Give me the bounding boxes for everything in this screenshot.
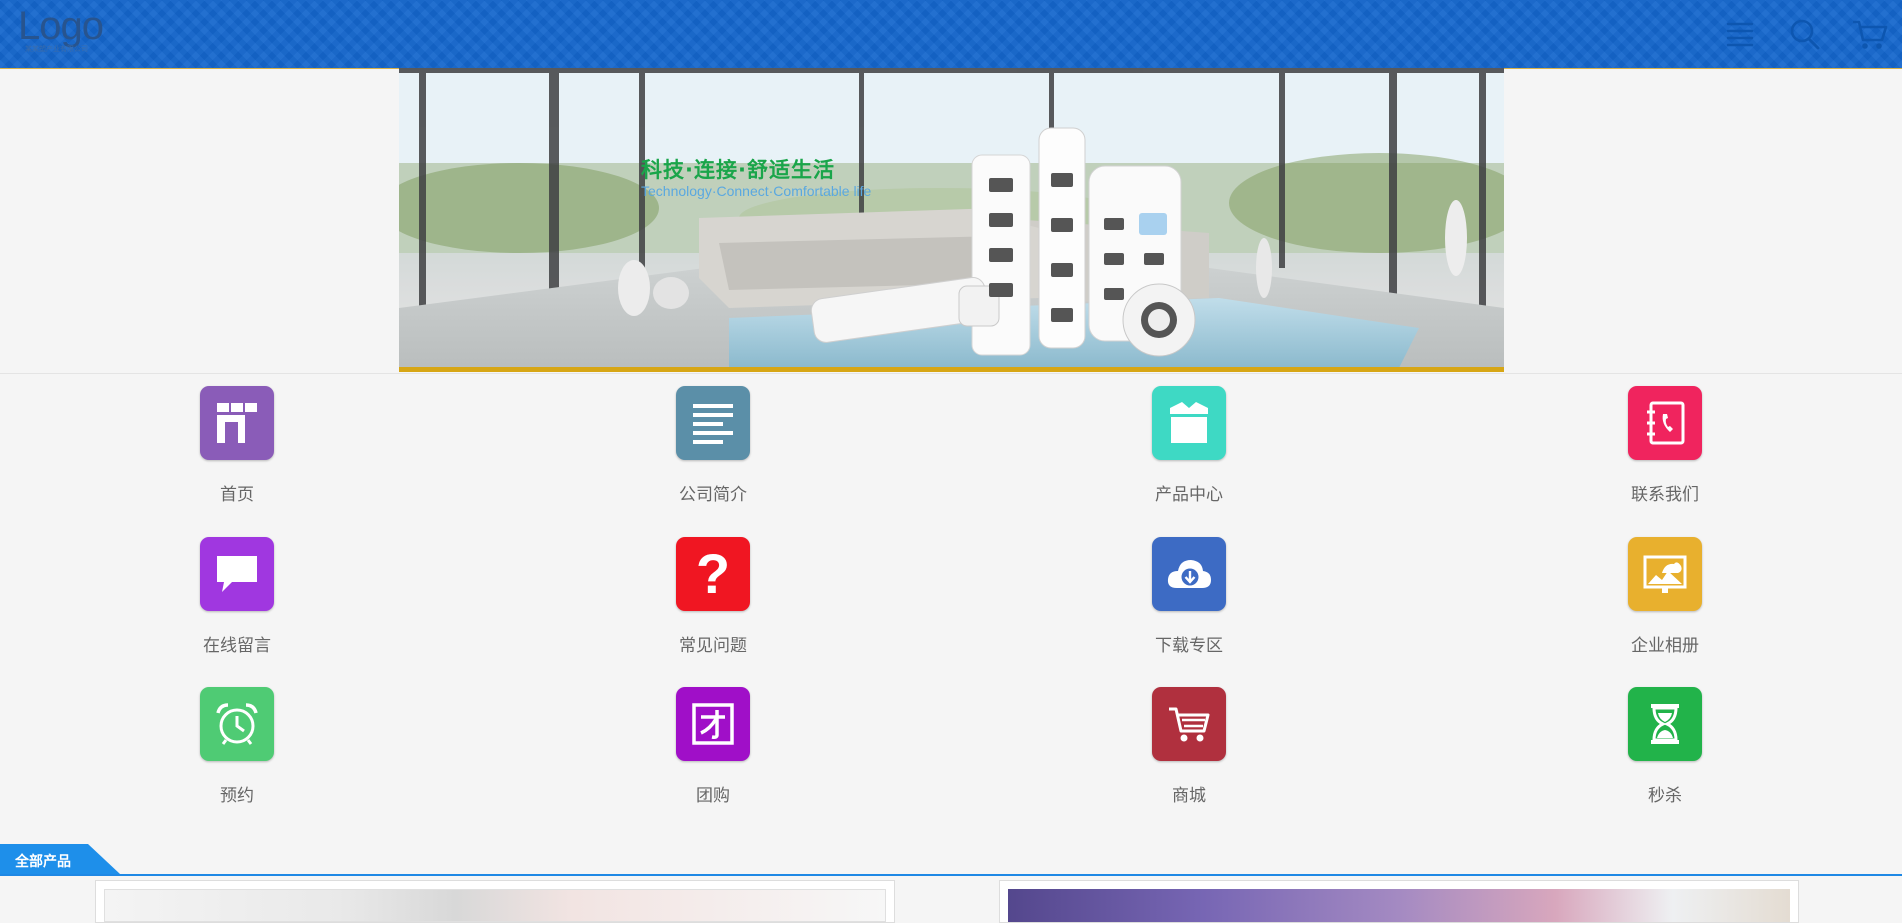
nav-item-contact[interactable]: 联系我们	[1605, 386, 1725, 505]
banner-slogan-cn: 科技·连接·舒适生活	[641, 158, 835, 182]
home-icon	[200, 386, 274, 460]
svg-text:?: ?	[696, 549, 730, 599]
message-bubble-icon	[200, 537, 274, 611]
product-card[interactable]	[95, 880, 895, 923]
product-card[interactable]	[999, 880, 1799, 923]
nav-label: 常见问题	[679, 636, 747, 656]
hero-banner[interactable]: 科技·连接·舒适生活 Technology·Connect·Comfortabl…	[399, 68, 1504, 372]
banner-bottom-stripe	[399, 367, 1504, 372]
nav-item-album[interactable]: 企业相册	[1605, 537, 1725, 656]
cart-icon[interactable]	[1850, 14, 1890, 54]
hourglass-icon	[1628, 687, 1702, 761]
menu-icon[interactable]	[1720, 14, 1760, 54]
alarm-clock-icon	[200, 687, 274, 761]
nav-label: 公司简介	[679, 485, 747, 505]
shopping-cart-icon	[1152, 687, 1226, 761]
nav-label: 在线留言	[203, 636, 271, 656]
search-icon[interactable]	[1784, 14, 1824, 54]
nav-label: 下载专区	[1155, 636, 1223, 656]
nav-item-mall[interactable]: 商城	[1129, 687, 1249, 806]
banner-slogan-en: Technology·Connect·Comfortable life	[641, 183, 872, 199]
logo-text: Logo	[18, 4, 104, 48]
nav-label: 企业相册	[1631, 636, 1699, 656]
nav-item-home[interactable]: 首页	[177, 386, 297, 505]
nav-label: 产品中心	[1155, 485, 1223, 505]
nav-item-download[interactable]: 下载专区	[1129, 537, 1249, 656]
group-buy-icon	[676, 687, 750, 761]
cloud-download-icon	[1152, 537, 1226, 611]
site-logo[interactable]: Logo 某某塑产业有限公司	[18, 4, 104, 54]
nav-label: 秒杀	[1648, 786, 1682, 806]
nav-label: 首页	[220, 485, 254, 505]
nav-item-booking[interactable]: 预约	[177, 687, 297, 806]
section-header-all-products: 全部产品	[0, 844, 1902, 876]
photo-album-icon	[1628, 537, 1702, 611]
nav-label: 团购	[696, 786, 730, 806]
nav-item-flash-sale[interactable]: 秒杀	[1605, 687, 1725, 806]
nav-item-products[interactable]: 产品中心	[1129, 386, 1249, 505]
nav-label: 商城	[1172, 786, 1206, 806]
product-image	[104, 889, 886, 922]
product-image	[1008, 889, 1790, 922]
nav-item-group-buy[interactable]: 团购	[653, 687, 773, 806]
box-icon	[1152, 386, 1226, 460]
nav-item-about[interactable]: 公司简介	[653, 386, 773, 505]
document-lines-icon	[676, 386, 750, 460]
banner-scene	[399, 68, 1504, 372]
section-title: 全部产品	[15, 854, 71, 870]
question-icon: ?	[676, 537, 750, 611]
nav-item-message[interactable]: 在线留言	[177, 537, 297, 656]
top-header-bar: Logo 某某塑产业有限公司	[0, 0, 1902, 69]
nav-item-faq[interactable]: ? 常见问题	[653, 537, 773, 656]
nav-label: 联系我们	[1631, 485, 1699, 505]
nav-label: 预约	[220, 786, 254, 806]
phone-book-icon	[1628, 386, 1702, 460]
